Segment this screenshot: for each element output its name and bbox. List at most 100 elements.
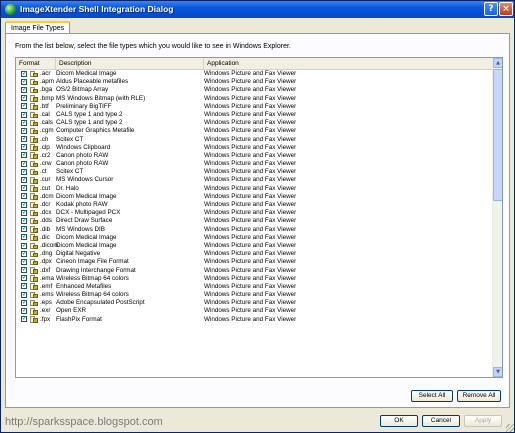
row-application: Windows Picture and Fax Viewer [204,160,297,168]
image-file-icon [30,185,38,192]
image-file-icon [30,103,38,110]
row-checkbox[interactable]: ✓ [21,177,27,184]
vertical-scrollbar[interactable]: ▲ ▼ [492,58,502,377]
list-item[interactable]: ✓ .ems Wireless Bitmap 64 colors Windows Pi… [16,291,492,299]
resize-grip[interactable] [506,424,514,432]
cancel-button[interactable]: Cancel [422,415,460,427]
select-all-button[interactable]: Select All [411,390,453,402]
list-item[interactable]: ✓ .emf Enhanced Metafiles Windows Picture a… [16,283,492,291]
list-item[interactable]: ✓ .cgm Computer Graphics Metafile Windows P… [16,127,492,135]
row-application: Windows Picture and Fax Viewer [204,258,297,266]
row-checkbox[interactable]: ✓ [21,144,27,151]
image-file-icon [30,217,38,225]
row-checkbox[interactable]: ✓ [21,136,27,143]
list-item[interactable]: ✓ .dng Digital Negative Windows Picture and… [16,250,492,258]
row-description: Dicom Medical Image [56,233,117,241]
list-item[interactable]: ✓ .dpx Cineon Image File Format Windows Pic… [16,258,492,266]
row-checkbox[interactable]: ✓ [21,95,27,102]
list-item[interactable]: ✓ .dic Dicom Medical Image Windows Picture … [16,234,492,242]
list-item[interactable]: ✓ .cur MS Windows Cursor Windows Picture an… [16,176,492,184]
row-checkbox[interactable]: ✓ [21,242,27,249]
list-item[interactable]: ✓ .bga OS/2 Bitmap Array Windows Picture an… [16,86,492,94]
close-button[interactable]: × [499,2,513,16]
row-description: Drawing Interchange Format [56,266,136,274]
scroll-down-arrow-icon[interactable]: ▼ [493,367,502,377]
list-item[interactable]: ✓ .cal CALS type 1 and type 2 Windows Pictu… [16,111,492,119]
row-checkbox[interactable]: ✓ [21,308,27,315]
dialog-window: ImageXtender Shell Integration Dialog ? … [0,0,515,433]
list-item[interactable]: ✓ .exr Open EXR Windows Picture and Fax Vie… [16,307,492,315]
list-item[interactable]: ✓ .ema Wireless Bitmap 64 colors Windows Pi… [16,275,492,283]
row-checkbox[interactable]: ✓ [21,152,27,159]
row-checkbox[interactable]: ✓ [21,226,27,233]
row-checkbox[interactable]: ✓ [21,201,27,208]
image-file-icon [30,160,38,168]
column-header-application[interactable]: Application [204,58,492,69]
list-item[interactable]: ✓ .fpx FlashPix Format Windows Picture and … [16,316,492,324]
row-checkbox[interactable]: ✓ [21,111,27,118]
row-checkbox[interactable]: ✓ [21,250,27,257]
list-item[interactable]: ✓ .dcm Dicom Medical Image Windows Picture … [16,193,492,201]
row-description: Enhanced Metafiles [56,282,112,290]
row-checkbox[interactable]: ✓ [21,160,27,167]
list-item[interactable]: ✓ .ct Scitex CT Windows Picture and Fax Vie… [16,168,492,176]
list-item[interactable]: ✓ .cut Dr. Halo Windows Picture and Fax Vie… [16,185,492,193]
apply-button[interactable]: Apply [464,415,502,427]
column-header-format[interactable]: Format [16,58,56,69]
row-checkbox[interactable]: ✓ [21,86,27,93]
row-checkbox[interactable]: ✓ [21,291,27,298]
row-application: Windows Picture and Fax Viewer [204,135,297,143]
row-checkbox[interactable]: ✓ [21,267,27,274]
row-checkbox[interactable]: ✓ [21,168,27,175]
row-checkbox[interactable]: ✓ [21,234,27,241]
ok-button[interactable]: OK [380,415,418,427]
row-checkbox[interactable]: ✓ [21,185,27,192]
row-checkbox[interactable]: ✓ [21,275,27,282]
row-format: .dcr [40,201,51,208]
column-header-description[interactable]: Description [56,58,204,69]
file-type-list[interactable]: Format Description Application ✓ .acr Dico… [15,57,503,378]
list-item[interactable]: ✓ .dds Direct Draw Surface Windows Picture … [16,217,492,225]
list-item[interactable]: ✓ .ch Scitex CT Windows Picture and Fax Vie… [16,136,492,144]
row-checkbox[interactable]: ✓ [21,316,27,323]
list-item[interactable]: ✓ .clp Windows Clipboard Windows Picture an… [16,144,492,152]
list-item[interactable]: ✓ .btf Preliminary BigTIFF Windows Picture … [16,103,492,111]
row-checkbox[interactable]: ✓ [21,299,27,306]
list-item[interactable]: ✓ .dicom Dicom Medical Image Windows Pictur… [16,242,492,250]
list-item[interactable]: ✓ .dib MS Windows DIB Windows Picture and F… [16,226,492,234]
row-checkbox[interactable]: ✓ [21,193,27,200]
row-checkbox[interactable]: ✓ [21,209,27,216]
row-checkbox[interactable]: ✓ [21,78,27,85]
row-description: Dicom Medical Image [56,241,117,249]
list-item[interactable]: ✓ .bmp MS Windows Bitmap (with RLE) Windows… [16,95,492,103]
list-item[interactable]: ✓ .cr2 Canon photo RAW Windows Picture and … [16,152,492,160]
row-checkbox[interactable]: ✓ [21,119,27,126]
row-format: .dib [40,225,51,233]
row-description: Adobe Encapsulated PostScript [56,299,145,307]
row-format: .crw [40,160,52,168]
row-checkbox[interactable]: ✓ [21,70,27,77]
list-item[interactable]: ✓ .cals CALS type 1 and type 2 Windows Pict… [16,119,492,127]
remove-all-button[interactable]: Remove All [457,390,501,402]
title-bar[interactable]: ImageXtender Shell Integration Dialog ? … [1,1,514,18]
list-item[interactable]: ✓ .acr Dicom Medical Image Windows Picture … [16,70,492,78]
list-item[interactable]: ✓ .crw Canon photo RAW Windows Picture and … [16,160,492,168]
row-checkbox[interactable]: ✓ [21,258,27,265]
list-item[interactable]: ✓ .dxf Drawing Interchange Format Windows P… [16,267,492,275]
row-checkbox[interactable]: ✓ [21,127,27,134]
help-button[interactable]: ? [484,2,498,16]
row-application: Windows Picture and Fax Viewer [204,86,297,94]
row-format: .fpx [40,315,51,323]
list-item[interactable]: ✓ .dcx DCX - Multipaged PCX Windows Picture… [16,209,492,217]
list-item[interactable]: ✓ .apm Aldus Placeable metafiles Windows Pi… [16,78,492,86]
row-checkbox[interactable]: ✓ [21,217,27,224]
list-item[interactable]: ✓ .dcr Kodak photo RAW Windows Picture and … [16,201,492,209]
row-checkbox[interactable]: ✓ [21,103,27,110]
list-item[interactable]: ✓ .eps Adobe Encapsulated PostScript Window… [16,299,492,307]
scroll-up-arrow-icon[interactable]: ▲ [493,58,502,68]
row-format: .ch [40,135,49,143]
scrollbar-thumb[interactable] [493,69,502,201]
row-format: .eps [40,299,52,307]
image-file-icon [30,78,38,86]
row-checkbox[interactable]: ✓ [21,283,27,290]
